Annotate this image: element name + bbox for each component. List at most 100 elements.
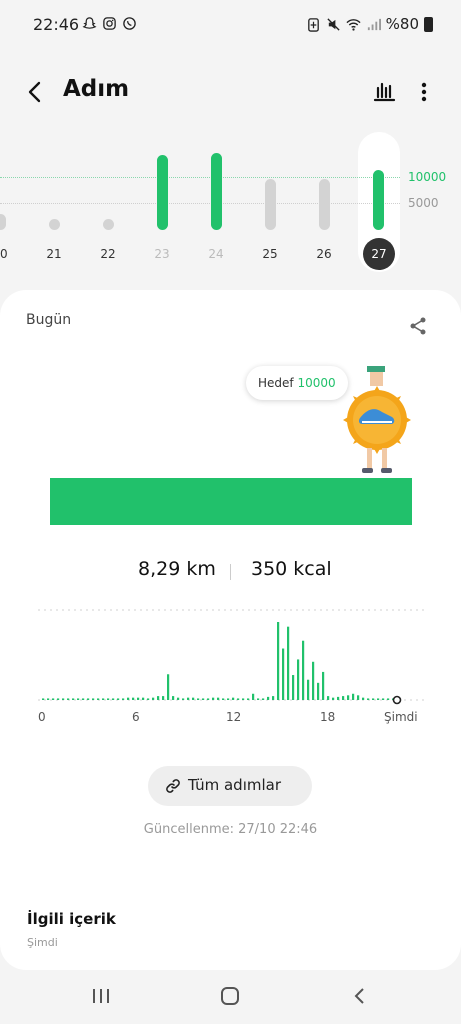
day-bar-20[interactable] xyxy=(0,214,6,230)
day-label-22[interactable]: 22 xyxy=(93,247,123,261)
day-label-20[interactable]: 20 xyxy=(0,247,15,261)
all-steps-button[interactable]: Tüm adımlar xyxy=(148,766,312,806)
hourly-bar xyxy=(167,674,170,700)
day-dot-22[interactable] xyxy=(103,219,114,230)
hourly-bar xyxy=(232,697,235,700)
home-icon[interactable] xyxy=(220,986,240,1006)
chevron-left-icon[interactable] xyxy=(22,78,50,106)
hourly-bar xyxy=(312,661,315,700)
hourly-bar xyxy=(162,696,165,700)
hourly-bar xyxy=(277,622,280,700)
day-bar-24[interactable] xyxy=(211,152,222,230)
hourly-bar xyxy=(297,659,300,700)
running-mascot-icon xyxy=(343,366,411,473)
hourly-bar xyxy=(197,698,200,700)
hourly-bars xyxy=(38,609,424,705)
hourly-bar xyxy=(342,696,345,700)
wifi-icon xyxy=(346,18,361,31)
hourly-bar xyxy=(187,697,190,700)
day-bar-25[interactable] xyxy=(265,179,276,230)
hourly-bar xyxy=(227,698,230,700)
battery-percent: %80 xyxy=(385,15,419,33)
last-updated-text: Güncellenme: 27/10 22:46 xyxy=(143,822,318,837)
hourly-bar xyxy=(282,648,285,700)
mute-icon xyxy=(327,17,340,31)
hourly-bar xyxy=(172,696,175,700)
hourly-bar xyxy=(62,698,65,700)
hourly-bar xyxy=(177,697,180,700)
hourly-bar xyxy=(367,698,370,700)
link-icon xyxy=(166,779,180,793)
battery-icon xyxy=(424,16,433,32)
hourly-bar xyxy=(82,698,85,700)
day-label-27[interactable]: 27 xyxy=(363,238,395,270)
goal-line xyxy=(0,176,400,178)
hourly-bar xyxy=(307,679,310,700)
notification-icons xyxy=(82,16,137,31)
hourly-bar xyxy=(357,695,360,700)
hourly-bar xyxy=(217,697,220,700)
day-label-23[interactable]: 23 xyxy=(147,247,177,261)
day-label-21[interactable]: 21 xyxy=(39,247,69,261)
battery-saver-icon xyxy=(307,17,319,32)
goal-prefix: Hedef xyxy=(258,376,294,390)
hourly-bar xyxy=(292,675,295,700)
hour-label-6: 6 xyxy=(132,710,140,724)
hourly-bar xyxy=(137,697,140,700)
hourly-bar xyxy=(107,698,110,700)
hourly-bar xyxy=(267,696,270,700)
card-date-label: Bugün xyxy=(26,312,72,328)
calories-value: 350 kcal xyxy=(251,558,332,580)
whatsapp-icon xyxy=(123,17,136,30)
hourly-bar xyxy=(132,697,135,700)
hourly-bar xyxy=(77,698,80,700)
hourly-bar xyxy=(57,698,60,700)
hourly-bar xyxy=(52,698,55,700)
hourly-bar xyxy=(262,698,265,700)
back-icon[interactable] xyxy=(350,986,370,1006)
goal-value: 10000 xyxy=(297,376,336,390)
day-label-26[interactable]: 26 xyxy=(309,247,339,261)
hourly-bar xyxy=(352,693,355,700)
hourly-bar xyxy=(112,698,115,700)
day-dot-21[interactable] xyxy=(49,219,60,230)
status-time: 22:46 xyxy=(33,15,80,34)
hourly-bar xyxy=(67,698,70,700)
hourly-bar xyxy=(202,698,205,700)
goal-line-label: 10000 xyxy=(408,169,447,184)
hourly-bar xyxy=(157,696,160,700)
hour-label-now: Şimdi xyxy=(384,710,418,724)
hourly-bar xyxy=(212,697,215,700)
half-goal-line xyxy=(0,203,400,205)
page-title: Adım xyxy=(63,76,130,102)
day-bar-23[interactable] xyxy=(157,155,168,230)
hourly-bar xyxy=(327,696,330,700)
share-icon[interactable] xyxy=(408,316,428,336)
hourly-bar xyxy=(147,698,150,700)
related-content-title: İlgili içerik xyxy=(27,910,116,928)
hourly-steps-chart: 0 6 12 18 Şimdi xyxy=(38,602,424,730)
day-bar-27[interactable] xyxy=(373,170,384,230)
hourly-bar xyxy=(42,698,45,700)
goal-bubble: Hedef 10000 xyxy=(246,366,348,400)
bar-chart-icon[interactable] xyxy=(372,79,396,103)
hourly-bar xyxy=(182,698,185,700)
recent-apps-icon[interactable] xyxy=(91,987,111,1005)
snapchat-icon xyxy=(82,17,97,29)
hourly-bar xyxy=(372,698,375,700)
half-goal-line-label: 5000 xyxy=(408,196,439,211)
more-vert-icon[interactable] xyxy=(414,78,434,106)
signal-icon xyxy=(367,18,381,30)
hourly-bar xyxy=(242,698,245,700)
day-label-24[interactable]: 24 xyxy=(201,247,231,261)
hourly-bar xyxy=(272,696,275,700)
hourly-bar xyxy=(87,698,90,700)
day-label-25[interactable]: 25 xyxy=(255,247,285,261)
hourly-bar xyxy=(192,697,195,700)
hourly-bar xyxy=(122,698,125,700)
hourly-bar xyxy=(247,698,250,700)
goal-progress-bar: 11193 adım xyxy=(50,478,412,702)
hourly-bar xyxy=(237,698,240,700)
day-bar-26[interactable] xyxy=(319,179,330,230)
hour-label-18: 18 xyxy=(320,710,336,724)
